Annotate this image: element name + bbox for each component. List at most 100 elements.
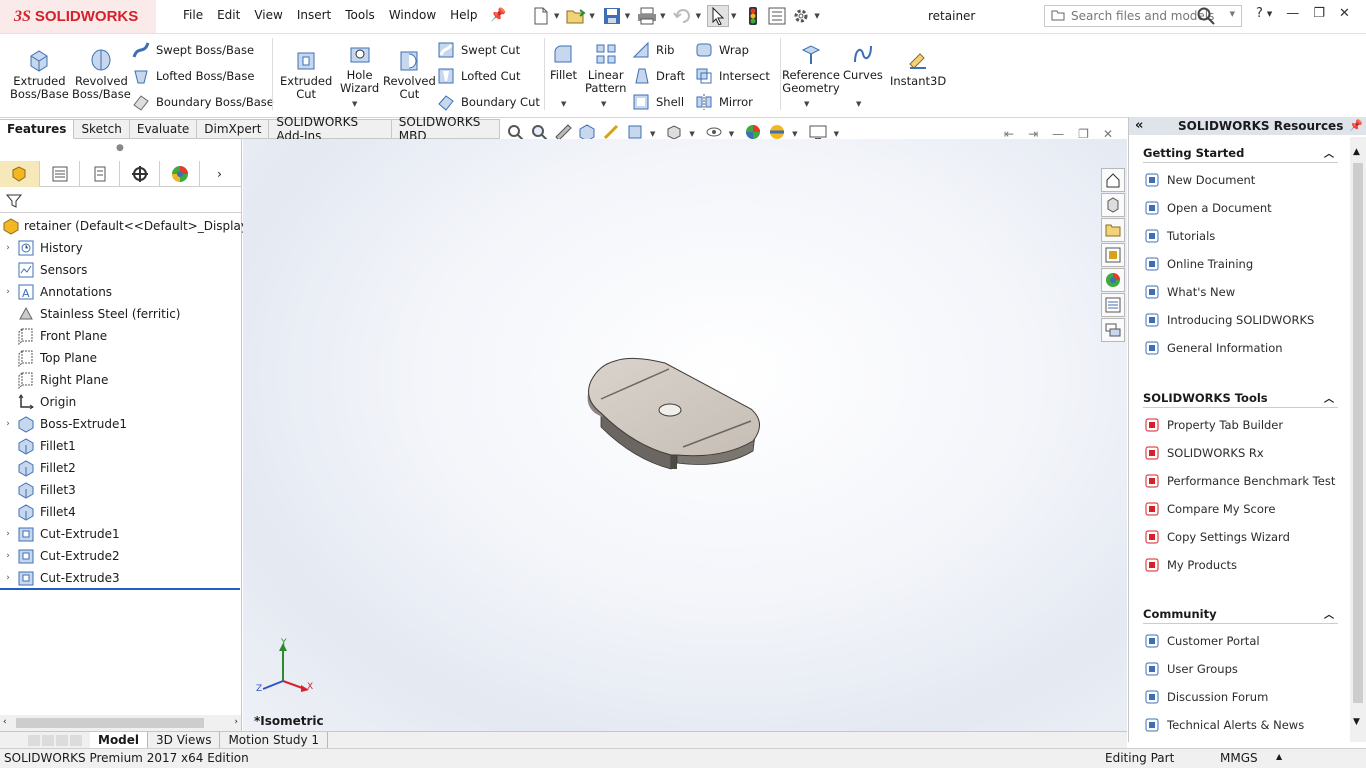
select-cursor-icon[interactable]	[706, 5, 729, 27]
collapse-section-icon[interactable]: ︿	[1324, 145, 1334, 160]
panel-grip[interactable]: ●	[0, 139, 241, 161]
tree-item-annotations[interactable]: › A Annotations	[0, 281, 241, 303]
resources-home-icon[interactable]	[1101, 168, 1125, 192]
tree-item-top-plane[interactable]: Top Plane	[0, 347, 241, 369]
propertymanager-tab[interactable]	[40, 161, 80, 187]
hole-wizard-button[interactable]: Hole Wizard	[340, 42, 379, 95]
expand-arrow-icon[interactable]: ›	[0, 419, 16, 429]
resource-link-general-information[interactable]: General Information	[1143, 339, 1283, 357]
tree-item-right-plane[interactable]: Right Plane	[0, 369, 241, 391]
linear-pattern-button[interactable]: Linear Pattern	[585, 42, 626, 95]
view-palette-icon[interactable]	[1101, 243, 1125, 267]
more-tabs-chevron-icon[interactable]: ›	[200, 161, 239, 187]
tab-mbd[interactable]: SOLIDWORKS MBD	[391, 115, 500, 143]
resource-link-discussion-forum[interactable]: Discussion Forum	[1143, 688, 1268, 706]
boundary-boss-button[interactable]: Boundary Boss/Base	[132, 93, 274, 111]
tree-item-sensors[interactable]: Sensors	[0, 259, 241, 281]
instant3d-button[interactable]: Instant3D	[890, 48, 946, 88]
menu-insert[interactable]: Insert	[290, 8, 338, 22]
help-dropdown-icon[interactable]: ▼	[1267, 10, 1272, 21]
swept-cut-button[interactable]: Swept Cut	[437, 41, 520, 59]
next-tab-icon[interactable]	[56, 734, 68, 746]
task-pane-scrollbar[interactable]: ▲ ▼	[1350, 137, 1366, 742]
solidworks-logo[interactable]: 3S SOLIDWORKS	[0, 0, 156, 33]
custom-properties-icon[interactable]	[1101, 293, 1125, 317]
tree-item-stainless-steel-ferritic[interactable]: Stainless Steel (ferritic)	[0, 303, 241, 325]
lofted-cut-button[interactable]: Lofted Cut	[437, 67, 520, 85]
file-properties-icon[interactable]	[766, 5, 788, 27]
restore-button[interactable]: ❐	[1313, 6, 1325, 21]
fillet-dropdown-icon[interactable]: ▼	[561, 100, 566, 108]
hole-wizard-dropdown-icon[interactable]: ▼	[352, 100, 357, 108]
expand-arrow-icon[interactable]: ›	[0, 529, 16, 539]
horizontal-scrollbar[interactable]: ‹ ›	[0, 715, 241, 731]
tree-item-cut-extrude3[interactable]: › Cut-Extrude3	[0, 567, 241, 589]
boundary-cut-button[interactable]: Boundary Cut	[437, 93, 540, 111]
scroll-thumb[interactable]	[16, 718, 204, 728]
resource-link-introducing-solidworks[interactable]: Introducing SOLIDWORKS	[1143, 311, 1314, 329]
revolved-cut-button[interactable]: Revolved Cut	[383, 48, 436, 101]
tab-addins[interactable]: SOLIDWORKS Add-Ins	[269, 115, 392, 143]
tab-sketch[interactable]: Sketch	[74, 119, 130, 139]
tree-item-origin[interactable]: Origin	[0, 391, 241, 413]
reference-geometry-dropdown-icon[interactable]: ▼	[804, 100, 809, 108]
tree-item-cut-extrude2[interactable]: › Cut-Extrude2	[0, 545, 241, 567]
extruded-cut-button[interactable]: Extruded Cut	[280, 48, 332, 101]
featuremanager-tab[interactable]	[0, 161, 40, 187]
design-library-icon[interactable]	[1101, 193, 1125, 217]
menu-file[interactable]: File	[176, 8, 210, 22]
section-header-solidworks-tools[interactable]: SOLIDWORKS Tools ︿	[1143, 388, 1338, 408]
tab-motion-study[interactable]: Motion Study 1	[220, 731, 329, 749]
section-header-community[interactable]: Community ︿	[1143, 604, 1338, 624]
viewport-close-icon[interactable]: ✕	[1103, 127, 1113, 141]
expand-arrow-icon[interactable]: ›	[0, 243, 16, 253]
appearances-scenes-icon[interactable]	[1101, 268, 1125, 292]
new-document-icon[interactable]	[530, 5, 552, 27]
menu-view[interactable]: View	[247, 8, 289, 22]
resource-link-performance-benchmark-test[interactable]: Performance Benchmark Test	[1143, 472, 1335, 490]
tree-filter-bar[interactable]	[0, 189, 241, 213]
reference-geometry-button[interactable]: Reference Geometry	[782, 42, 840, 95]
tree-item-fillet1[interactable]: Fillet1	[0, 435, 241, 457]
search-box[interactable]: Search files and models ▼	[1044, 5, 1242, 27]
resource-link-new-document[interactable]: New Document	[1143, 171, 1255, 189]
help-icon[interactable]: ?	[1256, 6, 1263, 21]
menu-edit[interactable]: Edit	[210, 8, 247, 22]
menu-help[interactable]: Help	[443, 8, 484, 22]
forum-icon[interactable]	[1101, 318, 1125, 342]
tab-dimxpert[interactable]: DimXpert	[197, 119, 270, 139]
tree-item-boss-extrude1[interactable]: › Boss-Extrude1	[0, 413, 241, 435]
tree-item-fillet4[interactable]: Fillet4	[0, 501, 241, 523]
scroll-down-icon[interactable]: ▼	[1353, 717, 1360, 727]
wrap-button[interactable]: Wrap	[695, 41, 749, 59]
tree-item-cut-extrude1[interactable]: › Cut-Extrude1	[0, 523, 241, 545]
resource-link-copy-settings-wizard[interactable]: Copy Settings Wizard	[1143, 528, 1290, 546]
configurationmanager-tab[interactable]	[80, 161, 120, 187]
intersect-button[interactable]: Intersect	[695, 67, 770, 85]
resource-link-property-tab-builder[interactable]: Property Tab Builder	[1143, 416, 1283, 434]
draft-button[interactable]: Draft	[632, 67, 685, 85]
expand-arrow-icon[interactable]: ›	[0, 287, 16, 297]
units-dropdown-icon[interactable]: ▲	[1276, 752, 1282, 761]
print-icon[interactable]	[636, 5, 658, 27]
first-tab-icon[interactable]	[28, 734, 40, 746]
extruded-boss-button[interactable]: Extruded Boss/Base	[10, 48, 69, 101]
tab-evaluate[interactable]: Evaluate	[129, 119, 198, 139]
fillet-button[interactable]: Fillet	[550, 42, 577, 82]
resource-link-online-training[interactable]: Online Training	[1143, 255, 1253, 273]
tree-root[interactable]: retainer (Default<<Default>_Display Stat	[0, 215, 276, 237]
curves-dropdown-icon[interactable]: ▼	[856, 100, 861, 108]
collapse-pane-icon[interactable]: «	[1135, 118, 1143, 133]
tab-3d-views[interactable]: 3D Views	[148, 731, 221, 749]
rollback-bar[interactable]	[0, 588, 240, 590]
last-tab-icon[interactable]	[70, 734, 82, 746]
resource-link-tutorials[interactable]: Tutorials	[1143, 227, 1215, 245]
revolved-boss-button[interactable]: Revolved Boss/Base	[72, 48, 131, 101]
scroll-thumb[interactable]	[1353, 163, 1363, 703]
section-header-getting-started[interactable]: Getting Started ︿	[1143, 143, 1338, 163]
tree-item-front-plane[interactable]: Front Plane	[0, 325, 241, 347]
scroll-left-icon[interactable]: ‹	[3, 717, 7, 727]
resource-link-open-a-document[interactable]: Open a Document	[1143, 199, 1272, 217]
search-icon[interactable]	[1197, 7, 1215, 28]
tab-features[interactable]: Features	[0, 119, 75, 139]
